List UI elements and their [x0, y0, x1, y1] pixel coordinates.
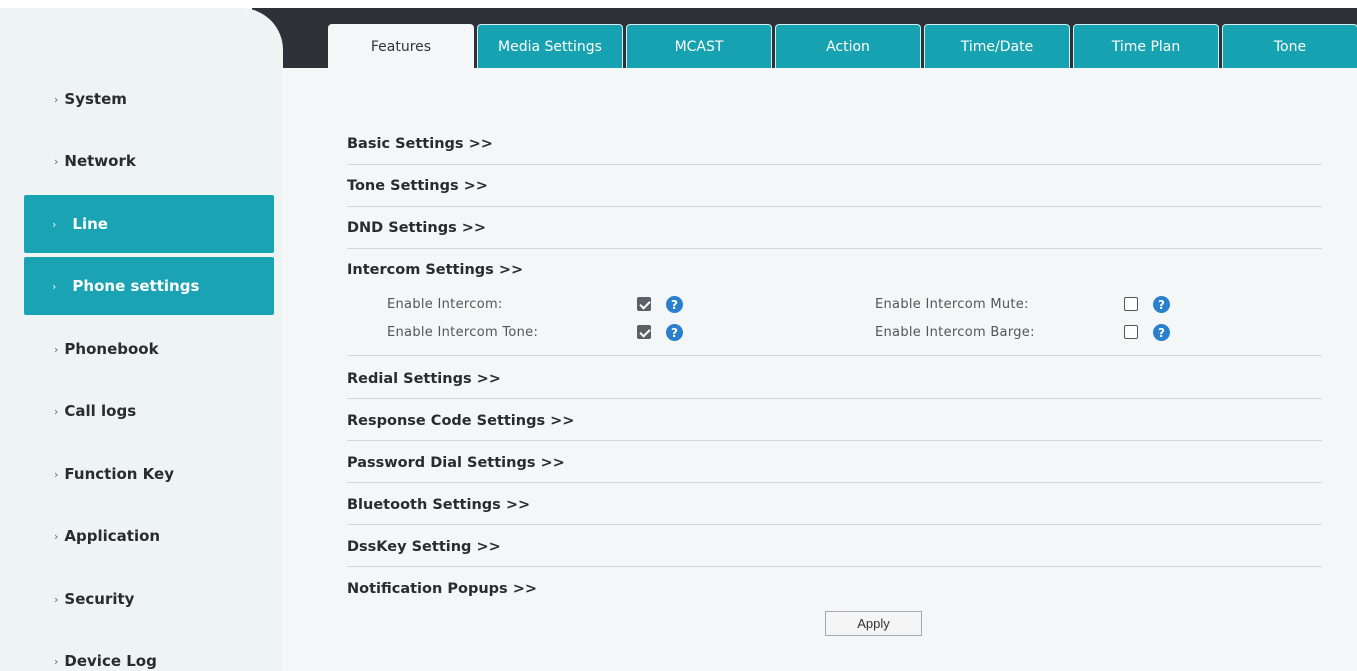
chevron-right-icon: ›: [54, 342, 59, 356]
tab-time-plan[interactable]: Time Plan: [1073, 24, 1219, 68]
enable-intercom-mute-checkbox[interactable]: [1124, 297, 1138, 311]
sidebar-item-label: Security: [64, 590, 135, 608]
sidebar-item-label: Device Log: [64, 652, 157, 670]
sidebar-item-device-log[interactable]: › Device Log: [24, 632, 274, 671]
section-bluetooth-settings: Bluetooth Settings >>: [347, 493, 1322, 525]
enable-intercom-tone-checkbox[interactable]: [637, 325, 651, 339]
chevron-right-icon: ›: [54, 92, 59, 106]
chevron-right-icon: ›: [52, 279, 57, 293]
sidebar-item-call-logs[interactable]: › Call logs: [24, 382, 274, 440]
section-notification-popups: Notification Popups >>: [347, 577, 1322, 607]
sidebar-item-label: Phonebook: [64, 340, 159, 358]
dsskey-setting-link[interactable]: DssKey Setting >>: [347, 539, 501, 555]
tab-bar: Features Media Settings MCAST Action Tim…: [328, 24, 1357, 68]
sidebar-item-phonebook[interactable]: › Phonebook: [24, 320, 274, 378]
tab-time-date[interactable]: Time/Date: [924, 24, 1070, 68]
password-dial-settings-link[interactable]: Password Dial Settings >>: [347, 455, 565, 471]
sidebar: › System › Network › Line › Phone settin…: [0, 8, 283, 671]
help-icon[interactable]: ?: [1153, 324, 1170, 341]
redial-settings-link[interactable]: Redial Settings >>: [347, 371, 501, 387]
chevron-right-icon: ›: [54, 467, 59, 481]
section-redial-settings: Redial Settings >>: [347, 367, 1322, 399]
enable-intercom-checkbox[interactable]: [637, 297, 651, 311]
enable-intercom-mute-label: Enable Intercom Mute:: [875, 297, 1029, 312]
tab-media-settings[interactable]: Media Settings: [477, 24, 623, 68]
tab-tone[interactable]: Tone: [1222, 24, 1357, 68]
enable-intercom-barge-label: Enable Intercom Barge:: [875, 325, 1035, 340]
sidebar-item-label: Function Key: [64, 465, 174, 483]
chevron-right-icon: ›: [54, 529, 59, 543]
sidebar-item-security[interactable]: › Security: [24, 570, 274, 628]
chevron-right-icon: ›: [54, 592, 59, 606]
sidebar-item-phone-settings[interactable]: › Phone settings: [24, 257, 274, 315]
enable-intercom-tone-label: Enable Intercom Tone:: [387, 325, 539, 340]
apply-button[interactable]: Apply: [825, 611, 922, 636]
sidebar-item-system[interactable]: › System: [24, 70, 274, 128]
sidebar-item-label: Line: [72, 215, 108, 233]
sidebar-item-label: Call logs: [64, 402, 137, 420]
sidebar-item-network[interactable]: › Network: [24, 132, 274, 190]
sidebar-item-label: Network: [64, 152, 136, 170]
dnd-settings-link[interactable]: DND Settings >>: [347, 220, 486, 236]
notification-popups-link[interactable]: Notification Popups >>: [347, 581, 537, 597]
section-intercom-settings: Intercom Settings >> Enable Intercom: ? …: [347, 258, 1322, 356]
sidebar-item-application[interactable]: › Application: [24, 507, 274, 565]
main-content: Basic Settings >> Tone Settings >> DND S…: [284, 68, 1357, 671]
tab-features[interactable]: Features: [328, 24, 474, 68]
tab-action[interactable]: Action: [775, 24, 921, 68]
enable-intercom-barge-checkbox[interactable]: [1124, 325, 1138, 339]
sidebar-item-line[interactable]: › Line: [24, 195, 274, 253]
tab-mcast[interactable]: MCAST: [626, 24, 772, 68]
chevron-right-icon: ›: [54, 154, 59, 168]
chevron-right-icon: ›: [54, 404, 59, 418]
enable-intercom-label: Enable Intercom:: [387, 297, 503, 312]
basic-settings-link[interactable]: Basic Settings >>: [347, 136, 493, 152]
sidebar-item-label: Application: [64, 527, 161, 545]
tone-settings-link[interactable]: Tone Settings >>: [347, 178, 488, 194]
help-icon[interactable]: ?: [666, 296, 683, 313]
response-code-settings-link[interactable]: Response Code Settings >>: [347, 413, 574, 429]
intercom-settings-link[interactable]: Intercom Settings >>: [347, 262, 523, 278]
section-dnd-settings: DND Settings >>: [347, 216, 1322, 249]
chevron-right-icon: ›: [54, 654, 59, 668]
section-dsskey-setting: DssKey Setting >>: [347, 535, 1322, 567]
chevron-right-icon: ›: [52, 217, 57, 231]
section-password-dial-settings: Password Dial Settings >>: [347, 451, 1322, 483]
sidebar-item-label: System: [64, 90, 127, 108]
sidebar-item-function-key[interactable]: › Function Key: [24, 445, 274, 503]
section-response-code-settings: Response Code Settings >>: [347, 409, 1322, 441]
section-basic-settings: Basic Settings >>: [347, 132, 1322, 165]
sidebar-item-label: Phone settings: [72, 277, 200, 295]
help-icon[interactable]: ?: [1153, 296, 1170, 313]
phone-web-ui: › System › Network › Line › Phone settin…: [0, 0, 1357, 671]
section-tone-settings: Tone Settings >>: [347, 174, 1322, 207]
help-icon[interactable]: ?: [666, 324, 683, 341]
bluetooth-settings-link[interactable]: Bluetooth Settings >>: [347, 497, 530, 513]
